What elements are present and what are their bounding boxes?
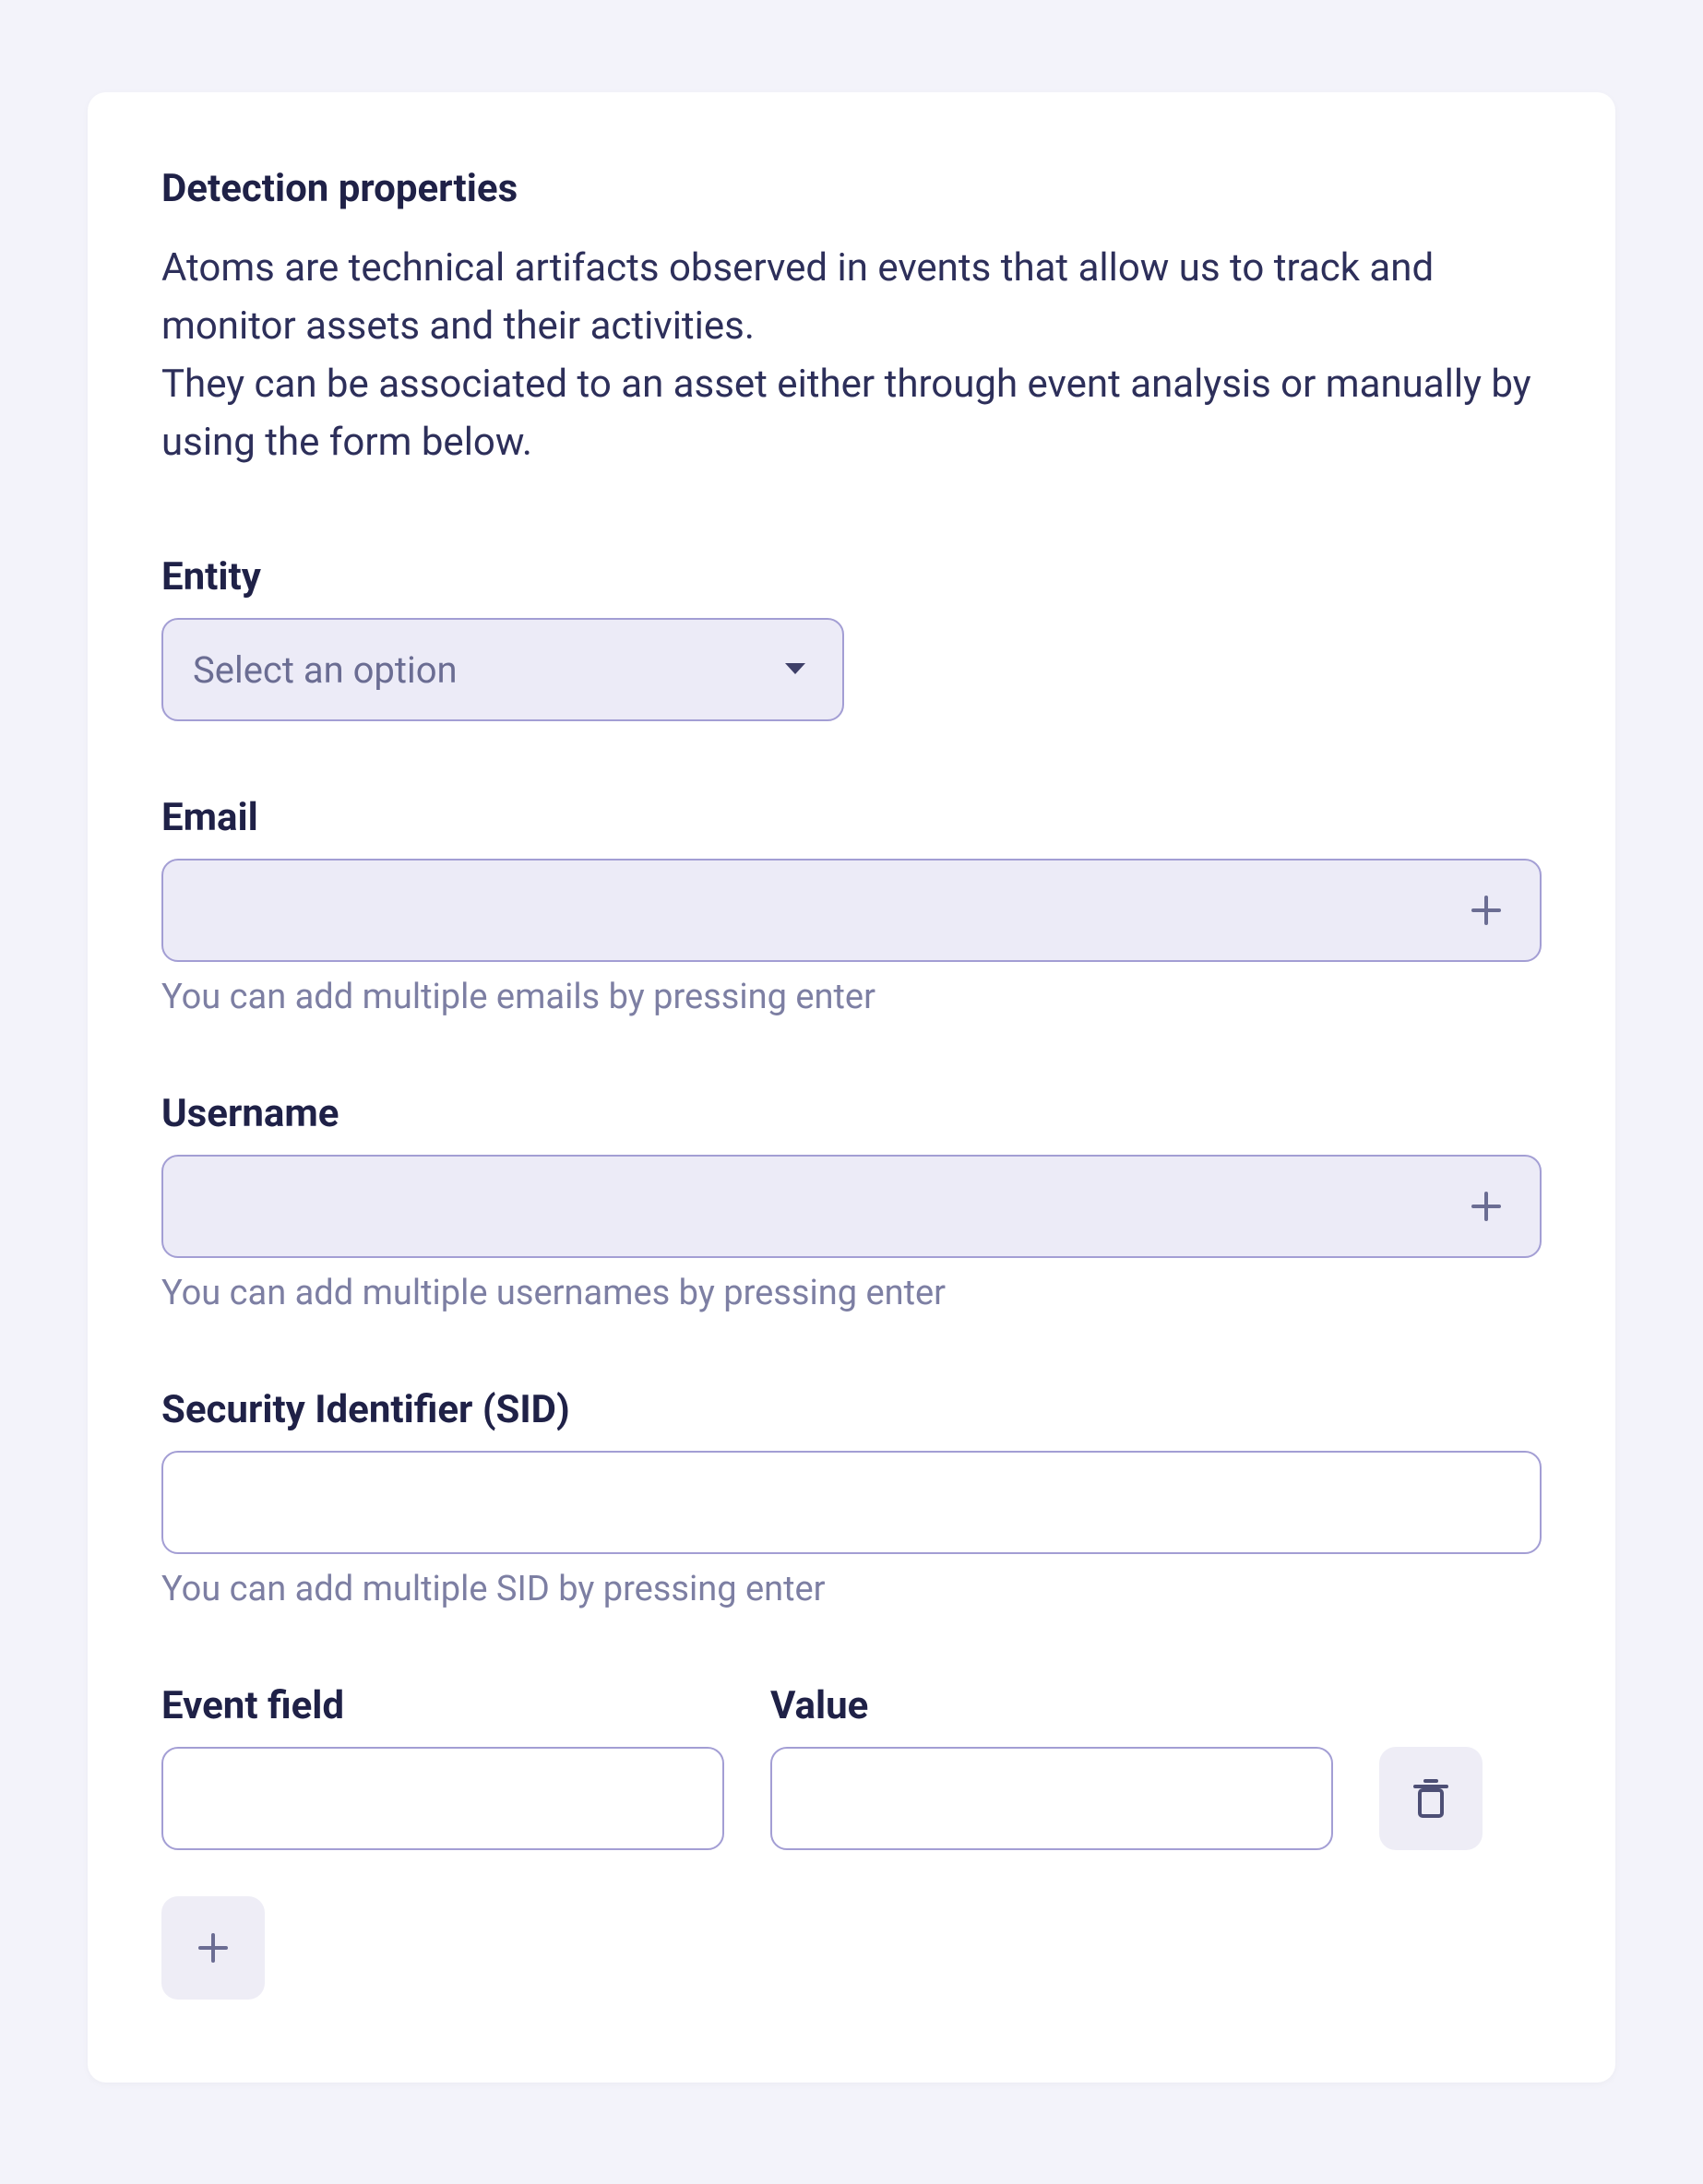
username-add-button[interactable] <box>1459 1179 1514 1234</box>
email-helper: You can add multiple emails by pressing … <box>161 977 1542 1017</box>
username-field-group: Username You can add multiple usernames … <box>161 1091 1542 1313</box>
description-line-1: Atoms are technical artifacts observed i… <box>161 245 1434 349</box>
email-input-wrapper <box>161 859 1542 962</box>
email-field-group: Email You can add multiple emails by pre… <box>161 795 1542 1017</box>
sid-input-wrapper <box>161 1451 1542 1554</box>
email-add-button[interactable] <box>1459 883 1514 938</box>
delete-row-button[interactable] <box>1379 1747 1483 1850</box>
entity-label: Entity <box>161 554 1542 599</box>
add-row-button[interactable] <box>161 1896 265 2000</box>
plus-icon <box>1468 892 1505 929</box>
trash-icon <box>1411 1777 1450 1820</box>
description-line-2: They can be associated to an asset eithe… <box>161 362 1531 465</box>
username-input-wrapper <box>161 1155 1542 1258</box>
event-field-row: Event field Value <box>161 1683 1542 1850</box>
event-field-value-input[interactable] <box>770 1747 1333 1850</box>
username-label: Username <box>161 1091 1542 1136</box>
plus-icon <box>1468 1188 1505 1225</box>
sid-field-group: Security Identifier (SID) You can add mu… <box>161 1387 1542 1609</box>
event-field-label: Event field <box>161 1683 724 1728</box>
username-helper: You can add multiple usernames by pressi… <box>161 1273 1542 1313</box>
email-input[interactable] <box>161 859 1542 962</box>
username-input[interactable] <box>161 1155 1542 1258</box>
event-field-value-col: Value <box>770 1683 1333 1850</box>
entity-select-placeholder: Select an option <box>193 648 458 692</box>
event-field-key-col: Event field <box>161 1683 724 1850</box>
sid-label: Security Identifier (SID) <box>161 1387 1542 1432</box>
section-title: Detection properties <box>161 166 1542 211</box>
sid-input[interactable] <box>161 1451 1542 1554</box>
sid-helper: You can add multiple SID by pressing ent… <box>161 1569 1542 1609</box>
plus-icon <box>195 1929 232 1966</box>
section-description: Atoms are technical artifacts observed i… <box>161 239 1542 471</box>
entity-select-wrapper: Select an option <box>161 618 844 721</box>
entity-select[interactable]: Select an option <box>161 618 844 721</box>
email-label: Email <box>161 795 1542 840</box>
event-field-key-input[interactable] <box>161 1747 724 1850</box>
entity-field-group: Entity Select an option <box>161 554 1542 721</box>
detection-properties-card: Detection properties Atoms are technical… <box>88 92 1615 2083</box>
value-label: Value <box>770 1683 1333 1728</box>
